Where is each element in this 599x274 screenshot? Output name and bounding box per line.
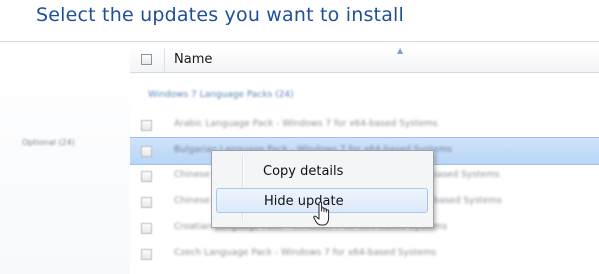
row-checkbox[interactable] bbox=[141, 223, 152, 234]
select-all-column bbox=[130, 48, 165, 72]
table-row[interactable]: Arabic Language Pack - Windows 7 for x64… bbox=[130, 112, 599, 138]
name-column-header[interactable]: Name bbox=[174, 52, 212, 67]
hand-cursor-icon bbox=[313, 201, 330, 226]
page-title: Select the updates you want to install bbox=[36, 4, 405, 26]
row-checkbox[interactable] bbox=[141, 197, 152, 208]
sidebar-item-optional[interactable]: Optional (24) bbox=[22, 138, 75, 147]
group-header[interactable]: Windows 7 Language Packs (24) bbox=[148, 90, 294, 100]
category-pane: Optional (24) bbox=[0, 42, 130, 274]
row-checkbox[interactable] bbox=[141, 146, 152, 157]
copy-details-menu-item[interactable]: Copy details bbox=[216, 159, 428, 184]
row-checkbox[interactable] bbox=[141, 120, 152, 131]
update-name: Czech Language Pack - Windows 7 for x64-… bbox=[174, 248, 437, 258]
update-name: Arabic Language Pack - Windows 7 for x64… bbox=[174, 119, 438, 129]
menu-item-label: Hide update bbox=[264, 194, 344, 209]
menu-item-label: Copy details bbox=[263, 164, 344, 179]
select-all-checkbox[interactable] bbox=[141, 54, 152, 65]
sort-arrow-icon: ▲ bbox=[397, 46, 404, 55]
row-checkbox[interactable] bbox=[141, 249, 152, 260]
row-checkbox[interactable] bbox=[141, 171, 152, 182]
list-header: Name ▲ bbox=[130, 46, 599, 73]
table-row[interactable]: Czech Language Pack - Windows 7 for x64-… bbox=[130, 241, 599, 267]
